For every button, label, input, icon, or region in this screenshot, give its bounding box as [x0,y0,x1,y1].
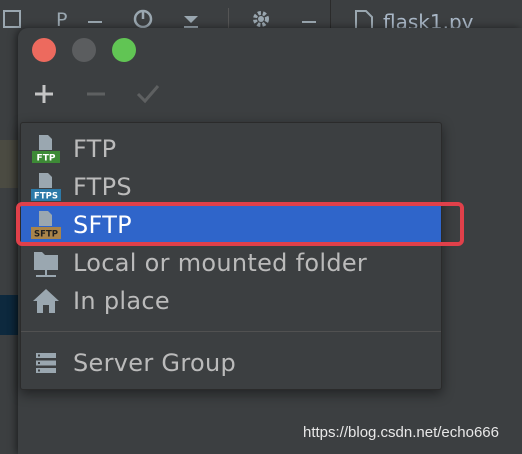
dialog-toolbar [18,72,522,116]
menu-item-label: FTPS [73,173,132,201]
add-server-button[interactable] [28,78,60,110]
dialog-titlebar [18,28,522,72]
minimize-window-button[interactable] [72,38,96,62]
project-window-icon[interactable] [2,8,24,30]
apply-button[interactable] [132,78,164,110]
plus-icon [35,85,53,103]
menu-item-in-place[interactable]: In place [21,281,441,319]
menu-item-local-folder[interactable]: Local or mounted folder [21,243,441,281]
scroll-down-icon[interactable] [180,8,202,30]
close-window-button[interactable] [32,38,56,62]
svg-text:FTP: FTP [37,154,56,164]
tree-selection [0,140,18,188]
svg-text:FTPS: FTPS [34,192,58,202]
menu-item-label: FTP [73,135,117,163]
crosshair-icon[interactable] [132,8,154,30]
maximize-window-button[interactable] [112,38,136,62]
collapse-icon[interactable] [84,8,106,30]
menu-separator [21,331,441,332]
ftp-icon: FTP [32,135,60,164]
menu-item-label: In place [73,287,170,315]
menu-item-ftp[interactable]: FTP FTP [21,129,441,167]
menu-item-label: Local or mounted folder [73,249,368,277]
ftps-icon: FTPS [31,173,61,202]
home-icon [33,289,59,313]
menu-item-server-group[interactable]: Server Group [21,343,441,381]
server-type-popup: FTP FTP FTPS FTPS SFTP SFTP Local or mou… [20,122,442,390]
annotation-highlight [16,202,464,246]
tree-selection-focused [0,295,18,335]
toolbar-divider [228,8,229,30]
server-group-icon [36,353,56,373]
watermark: https://blog.csdn.net/echo666 [303,424,499,441]
check-icon [136,85,160,104]
minus-icon [87,92,105,96]
folder-icon [34,252,58,277]
hide-icon[interactable] [298,8,320,30]
gear-icon[interactable] [250,8,272,30]
menu-item-label: Server Group [73,349,236,377]
remove-server-button[interactable] [80,78,112,110]
menu-item-ftps[interactable]: FTPS FTPS [21,167,441,205]
project-tree-strip [0,40,18,454]
